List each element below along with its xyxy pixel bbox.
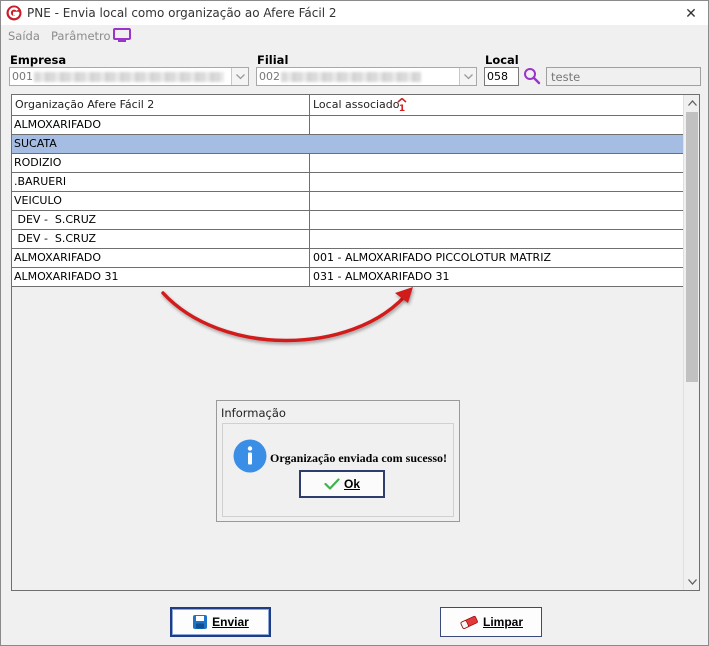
table-row[interactable]: DEV - S.CRUZ (12, 230, 684, 249)
chevron-down-icon[interactable] (459, 68, 476, 85)
dialog-title: Informação (221, 406, 286, 420)
chevron-down-icon[interactable] (231, 68, 248, 85)
table-row[interactable]: ALMOXARIFADO 31 031 - ALMOXARIFADO 31 (12, 268, 684, 287)
local-label: Local (485, 53, 519, 67)
information-dialog: Informação Organização enviada com suces… (216, 400, 460, 522)
sort-order-number: 1 (399, 104, 405, 112)
local-associado-cell (311, 211, 684, 229)
grid-header: Organização Afere Fácil 2 Local associad… (12, 95, 684, 116)
grid-rows: ALMOXARIFADO SUCATA RODIZIO .BARUERI VEI… (12, 116, 684, 287)
column-header-local-associado[interactable]: Local associado (310, 95, 684, 115)
limpar-button-label: Limpar (482, 615, 523, 629)
enviar-button-label: Enviar (212, 615, 249, 629)
close-button[interactable]: ✕ (680, 3, 702, 23)
local-associado-cell (311, 173, 684, 191)
search-icon[interactable] (523, 67, 541, 85)
local-associado-cell (311, 230, 684, 248)
ok-button-label: Ok (343, 477, 360, 491)
eraser-icon (460, 615, 478, 629)
scroll-up-icon[interactable] (684, 95, 700, 111)
vertical-scrollbar[interactable] (683, 95, 699, 590)
empresa-value: 001 (12, 70, 33, 83)
local-code-input[interactable]: 058 (484, 67, 519, 86)
limpar-button[interactable]: Limpar (440, 607, 542, 637)
organizacao-cell: .BARUERI (12, 173, 310, 191)
organizacao-cell: DEV - S.CRUZ (12, 230, 310, 248)
local-associado-cell: 031 - ALMOXARIFADO 31 (313, 270, 450, 283)
table-row[interactable]: .BARUERI (12, 173, 684, 192)
close-icon: ✕ (685, 5, 697, 21)
app-logo-icon (6, 5, 22, 21)
filial-label: Filial (257, 53, 289, 67)
save-disk-icon (193, 615, 208, 629)
table-row[interactable]: ALMOXARIFADO 001 - ALMOXARIFADO PICCOLOT… (12, 249, 684, 268)
filial-select[interactable]: 002 (256, 67, 477, 86)
empresa-label: Empresa (10, 53, 67, 67)
table-row[interactable]: DEV - S.CRUZ (12, 211, 684, 230)
local-associado-cell (311, 192, 684, 210)
organizacao-cell: DEV - S.CRUZ (12, 211, 310, 229)
organizacao-cell: ALMOXARIFADO (12, 249, 310, 267)
filial-redacted (281, 72, 421, 82)
scroll-thumb[interactable] (686, 112, 698, 382)
dialog-body: Organização enviada com sucesso! Ok (222, 423, 454, 517)
title-bar: PNE - Envia local como organização ao Af… (1, 1, 708, 25)
monitor-icon[interactable] (113, 28, 131, 43)
local-associado-cell (311, 116, 684, 134)
organizacao-cell: VEICULO (12, 192, 310, 210)
dialog-message: Organização enviada com sucesso! (270, 451, 447, 465)
table-row[interactable]: VEICULO (12, 192, 684, 211)
filial-value: 002 (259, 70, 280, 83)
empresa-select[interactable]: 001 (9, 67, 249, 86)
sort-ascending-icon: 1 (397, 98, 407, 112)
ok-button[interactable]: Ok (299, 470, 385, 498)
menu-item-parametro[interactable]: Parâmetro (51, 29, 111, 43)
info-icon (233, 439, 267, 473)
organizacao-cell: SUCATA (12, 135, 310, 153)
table-row[interactable]: ALMOXARIFADO (12, 116, 684, 135)
enviar-button[interactable]: Enviar (170, 607, 271, 637)
local-associado-cell: 001 - ALMOXARIFADO PICCOLOTUR MATRIZ (313, 251, 551, 264)
organizacao-cell: ALMOXARIFADO 31 (12, 268, 310, 286)
checkmark-icon (324, 478, 340, 490)
scroll-down-icon[interactable] (684, 574, 700, 590)
column-header-organizacao[interactable]: Organização Afere Fácil 2 (12, 95, 310, 115)
window-title: PNE - Envia local como organização ao Af… (27, 6, 337, 20)
local-associado-cell (311, 154, 684, 172)
organizacao-cell: RODIZIO (12, 154, 310, 172)
empresa-redacted (34, 72, 224, 82)
local-associado-cell (311, 135, 684, 153)
table-row-selected[interactable]: SUCATA (12, 135, 684, 154)
local-description-field: teste (546, 67, 701, 86)
organizacao-cell: ALMOXARIFADO (12, 116, 310, 134)
table-row[interactable]: RODIZIO (12, 154, 684, 173)
menu-item-saida[interactable]: Saída (8, 29, 40, 43)
main-window: PNE - Envia local como organização ao Af… (0, 0, 709, 646)
